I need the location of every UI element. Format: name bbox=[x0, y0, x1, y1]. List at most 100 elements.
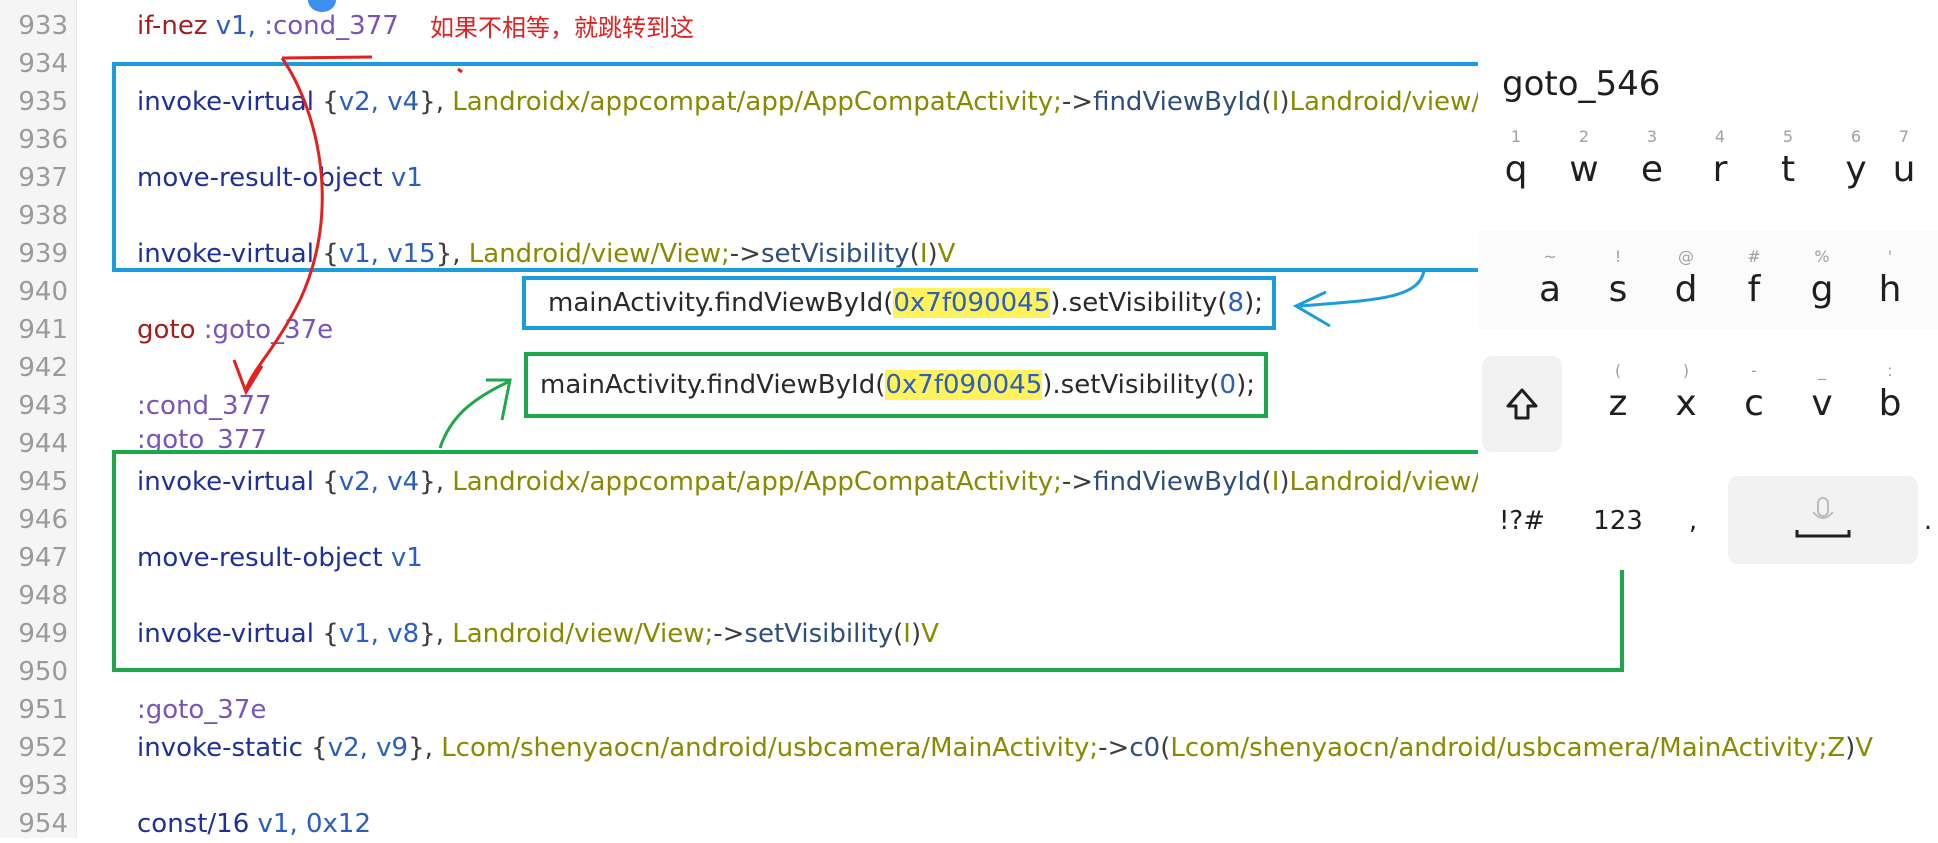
soft-keyboard[interactable]: goto_546 1q 2w 3e 4r 5t 6y 7u ~ a ! s @ d #… bbox=[1478, 0, 1938, 570]
key-char: s bbox=[1608, 269, 1628, 310]
line-number: 947 bbox=[18, 543, 68, 573]
key-hint: 1 bbox=[1510, 127, 1522, 146]
line-number: 939 bbox=[18, 239, 68, 269]
code-line-954[interactable]: const/16 v1, 0x12 bbox=[137, 806, 371, 843]
java-text: ).setVisibility( bbox=[1050, 288, 1228, 318]
key-char: c bbox=[1744, 383, 1764, 424]
resource-id-highlight: 0x7f090045 bbox=[885, 370, 1043, 400]
code-line-941[interactable]: goto :goto_37e bbox=[137, 312, 333, 349]
code-line-951[interactable]: :goto_37e bbox=[137, 692, 266, 729]
register: v2, bbox=[327, 733, 368, 763]
key-a[interactable]: ~ a bbox=[1516, 246, 1584, 312]
comma-key[interactable]: , bbox=[1668, 484, 1718, 558]
red-underline bbox=[281, 55, 373, 60]
java-line-visibility-0: mainActivity.findViewById(0x7f090045).se… bbox=[540, 362, 1255, 408]
line-number: 942 bbox=[18, 353, 68, 383]
key-hint: % bbox=[1814, 247, 1830, 266]
key-hint: ! bbox=[1614, 247, 1622, 266]
key-char: v bbox=[1811, 383, 1833, 424]
register: v1, bbox=[215, 11, 256, 41]
key-b[interactable]: :b bbox=[1856, 360, 1924, 426]
line-number: 944 bbox=[18, 429, 68, 459]
label: :goto_37e bbox=[137, 695, 267, 725]
line-number: 941 bbox=[18, 315, 68, 345]
key-c[interactable]: -c bbox=[1720, 360, 1788, 426]
java-text: ); bbox=[1244, 288, 1263, 318]
period-key[interactable]: . bbox=[1918, 484, 1938, 558]
line-number: 945 bbox=[18, 467, 68, 497]
key-w[interactable]: 2w bbox=[1550, 126, 1618, 192]
key-d[interactable]: @ d bbox=[1652, 246, 1720, 312]
key-char: b bbox=[1878, 383, 1902, 424]
line-number: 950 bbox=[18, 657, 68, 687]
resource-id-highlight: 0x7f090045 bbox=[893, 288, 1051, 318]
numbers-key[interactable]: 123 bbox=[1578, 484, 1658, 558]
key-char: t bbox=[1780, 149, 1796, 190]
shift-arrow-icon bbox=[1506, 388, 1538, 420]
key-hint: ' bbox=[1887, 247, 1893, 266]
line-number: 938 bbox=[18, 201, 68, 231]
instruction: invoke-static bbox=[137, 733, 303, 763]
key-q[interactable]: 1q bbox=[1482, 126, 1550, 192]
punct: ) bbox=[1845, 733, 1856, 763]
green-arrowhead bbox=[486, 378, 512, 421]
line-number: 948 bbox=[18, 581, 68, 611]
key-e[interactable]: 3e bbox=[1618, 126, 1686, 192]
instruction: const/16 bbox=[137, 809, 250, 839]
key-x[interactable]: ) x bbox=[1652, 360, 1720, 426]
key-v[interactable]: _ v bbox=[1788, 360, 1856, 426]
key-u[interactable]: 7u bbox=[1870, 126, 1938, 192]
blue-arrow bbox=[1299, 269, 1426, 308]
code-line-943[interactable]: :cond_377 bbox=[137, 388, 272, 425]
shift-key[interactable] bbox=[1482, 356, 1562, 452]
key-hint: - bbox=[1751, 361, 1757, 380]
key-char: r bbox=[1712, 149, 1728, 190]
line-number: 951 bbox=[18, 695, 68, 725]
key-s[interactable]: ! s bbox=[1584, 246, 1652, 312]
java-line-visibility-8: mainActivity.findViewById(0x7f090045).se… bbox=[548, 280, 1263, 326]
line-number: 936 bbox=[18, 125, 68, 155]
key-hint: 3 bbox=[1646, 127, 1658, 146]
key-hint: ( bbox=[1614, 361, 1622, 380]
label: :cond_377 bbox=[264, 11, 399, 41]
key-char: w bbox=[1569, 149, 1599, 190]
key-char: g bbox=[1810, 269, 1834, 310]
key-r[interactable]: 4r bbox=[1686, 126, 1754, 192]
instruction: if-nez bbox=[137, 11, 208, 41]
key-hint: # bbox=[1747, 247, 1761, 266]
punct: { bbox=[311, 733, 328, 763]
microphone-icon bbox=[1795, 497, 1851, 538]
line-number: 933 bbox=[18, 11, 68, 41]
key-char: z bbox=[1608, 383, 1628, 424]
key-f[interactable]: # f bbox=[1720, 246, 1788, 312]
visibility-value: 0 bbox=[1219, 370, 1237, 400]
line-number: 934 bbox=[18, 49, 68, 79]
line-number: 953 bbox=[18, 771, 68, 801]
red-annotation-note: 如果不相等，就跳转到这 bbox=[430, 14, 694, 42]
key-g[interactable]: % g bbox=[1788, 246, 1856, 312]
symbols-key[interactable]: !?# bbox=[1482, 484, 1562, 558]
key-char: f bbox=[1747, 269, 1761, 310]
key-hint: _ bbox=[1818, 361, 1826, 380]
keyboard-suggestion[interactable]: goto_546 bbox=[1502, 64, 1660, 104]
key-hint: ) bbox=[1682, 361, 1690, 380]
code-line-952[interactable]: invoke-static {v2, v9}, Lcom/shenyaocn/a… bbox=[137, 730, 1873, 767]
class-ref: Lcom/shenyaocn/android/usbcamera/MainAct… bbox=[441, 733, 1099, 763]
space-key[interactable] bbox=[1728, 476, 1918, 564]
line-number: 943 bbox=[18, 391, 68, 421]
key-hint: 2 bbox=[1578, 127, 1590, 146]
key-h[interactable]: ' h bbox=[1856, 246, 1924, 312]
register: v1, bbox=[257, 809, 298, 839]
blue-smali-box bbox=[112, 62, 1560, 272]
key-t[interactable]: 5t bbox=[1754, 126, 1822, 192]
method-name: c0 bbox=[1129, 733, 1161, 763]
line-number: 937 bbox=[18, 163, 68, 193]
register: v9 bbox=[376, 733, 409, 763]
key-z[interactable]: (z bbox=[1584, 360, 1652, 426]
code-line-933[interactable]: if-nez v1, :cond_377 bbox=[137, 8, 399, 45]
line-number: 940 bbox=[18, 277, 68, 307]
key-char: d bbox=[1674, 269, 1698, 310]
java-text: mainActivity.findViewById( bbox=[548, 288, 894, 318]
key-char: a bbox=[1538, 269, 1562, 310]
key-char: e bbox=[1640, 149, 1664, 190]
